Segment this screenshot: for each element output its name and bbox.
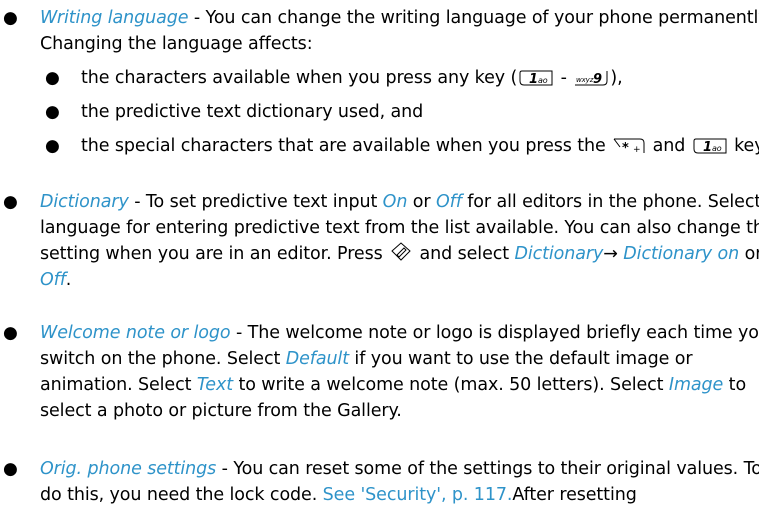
menu-path-dictionary-on: Dictionary on [617,244,740,264]
security-link[interactable]: See 'Security', p. 117. [323,485,513,505]
list-item-welcome-note: ● Welcome note or logo - The welcome not… [0,320,759,424]
arrow-icon: → [603,244,618,264]
key-1-icon: 1 ao [692,137,728,155]
term-orig-phone-settings: Orig. phone settings [40,459,217,479]
svg-text:9: 9 [593,72,602,87]
svg-text:*: * [622,141,629,155]
bullet: ● [45,102,60,122]
option-image: Image [668,375,724,395]
menu-path-dictionary: Dictionary [514,244,604,264]
option-text: Text [196,375,233,395]
menu-path-off: Off [40,270,66,290]
list-item-orig-phone-settings: ● Orig. phone settings - You can reset s… [0,456,759,508]
sub-item-special-characters: ● the special characters that are availa… [40,133,759,159]
svg-text:1: 1 [529,72,538,87]
svg-text:ao: ao [712,144,722,153]
option-on: On [382,192,408,212]
term-welcome-note: Welcome note or logo [40,323,231,343]
svg-text:ao: ao [538,76,548,85]
key-9-icon: wxyz 9 [573,69,609,87]
key-star-icon: * + [612,137,646,155]
writing-language-sublist: ● the characters available when you pres… [40,65,759,159]
term-writing-language: Writing language [40,8,189,28]
svg-text:1: 1 [703,140,712,155]
bullet: ● [45,68,60,88]
svg-text:wxyz: wxyz [576,76,594,84]
bullet: ● [3,323,18,343]
pencil-key-icon [389,241,413,263]
bullet: ● [3,8,18,28]
option-off: Off [435,192,462,212]
bullet: ● [3,192,18,212]
list-item-writing-language: ● Writing language - You can change the … [0,5,759,159]
manual-page: ● Writing language - You can change the … [0,0,759,520]
bullet: ● [45,136,60,156]
sub-item-characters: ● the characters available when you pres… [40,65,759,91]
svg-text:+: + [633,145,640,155]
option-default: Default [285,349,349,369]
bullet: ● [3,459,18,479]
sub-item-dictionary: ● the predictive text dictionary used, a… [40,99,759,125]
key-1-icon: 1 ao [518,69,554,87]
list-item-dictionary: ● Dictionary - To set predictive text in… [0,189,759,293]
term-dictionary: Dictionary [40,192,129,212]
